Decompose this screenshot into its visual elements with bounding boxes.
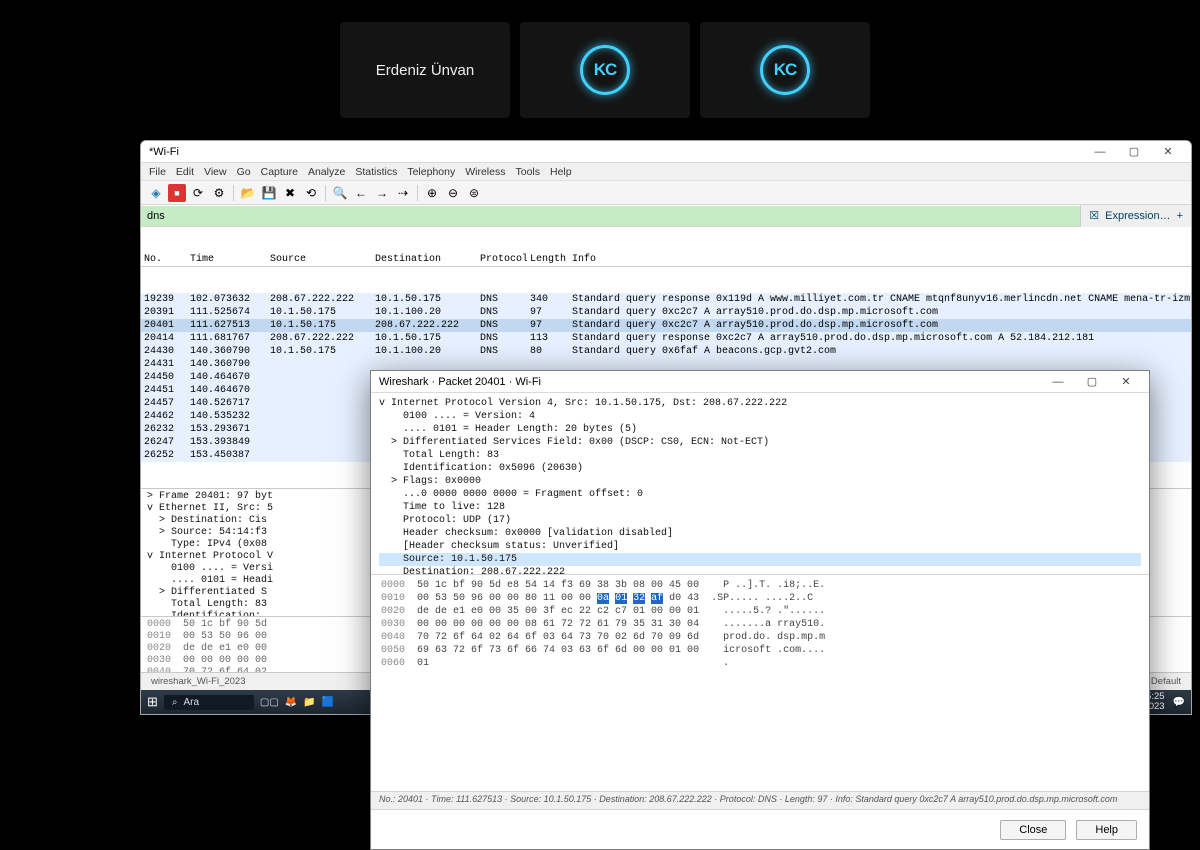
search-icon: ⌕: [172, 697, 178, 708]
restart-capture-icon[interactable]: ⟳: [189, 184, 207, 202]
save-icon[interactable]: 💾: [260, 184, 278, 202]
pinned-app-icon[interactable]: 🟦: [322, 697, 334, 708]
column-header[interactable]: Length: [527, 253, 569, 266]
packet-detail-window: Wireshark · Packet 20401 · Wi-Fi — ▢ ✕ v…: [370, 370, 1150, 850]
toolbar: ◈ ■ ⟳ ⚙ 📂 💾 ✖ ⟲ 🔍 ← → ⇢ ⊕ ⊖ ⊜: [141, 181, 1191, 205]
menu-item[interactable]: Tools: [515, 166, 540, 178]
display-filter-input[interactable]: [141, 206, 1080, 226]
pinned-app-icon[interactable]: 📁: [303, 697, 315, 708]
stop-capture-icon[interactable]: ■: [168, 184, 186, 202]
column-header[interactable]: Info: [569, 253, 1191, 266]
taskbar-search[interactable]: ⌕ Ara: [164, 695, 254, 710]
menu-item[interactable]: Analyze: [308, 166, 345, 178]
maximize-icon[interactable]: ▢: [1117, 142, 1151, 162]
column-header[interactable]: Time: [187, 253, 267, 266]
window-title: Wireshark · Packet 20401 · Wi-Fi: [379, 376, 541, 388]
titlebar[interactable]: *Wi-Fi — ▢ ✕: [141, 141, 1191, 163]
search-placeholder: Ara: [184, 697, 200, 708]
menu-item[interactable]: Edit: [176, 166, 194, 178]
status-file: wireshark_Wi-Fi_2023: [151, 676, 246, 687]
next-icon[interactable]: →: [373, 184, 391, 202]
packet-row[interactable]: 24430140.360790 10.1.50.17510.1.100.20 D…: [141, 345, 1191, 358]
close-file-icon[interactable]: ✖: [281, 184, 299, 202]
packet-status: No.: 20401 · Time: 111.627513 · Source: …: [371, 791, 1149, 809]
titlebar[interactable]: Wireshark · Packet 20401 · Wi-Fi — ▢ ✕: [371, 371, 1149, 393]
minimize-icon[interactable]: —: [1083, 142, 1117, 162]
start-capture-icon[interactable]: ◈: [147, 184, 165, 202]
prev-icon[interactable]: ←: [352, 184, 370, 202]
video-tiles: Erdeniz Ünvan KC KC: [340, 22, 870, 118]
reload-icon[interactable]: ⟲: [302, 184, 320, 202]
add-filter-icon[interactable]: +: [1177, 210, 1183, 222]
goto-icon[interactable]: ⇢: [394, 184, 412, 202]
column-header[interactable]: Source: [267, 253, 372, 266]
pinned-app-icon[interactable]: 🦊: [285, 697, 297, 708]
menu-item[interactable]: Help: [550, 166, 572, 178]
close-button[interactable]: Close: [1000, 820, 1066, 840]
help-button[interactable]: Help: [1076, 820, 1137, 840]
zoom-out-icon[interactable]: ⊖: [444, 184, 462, 202]
packet-row[interactable]: 19239102.073632 208.67.222.22210.1.50.17…: [141, 293, 1191, 306]
menu-item[interactable]: Statistics: [355, 166, 397, 178]
expression-button[interactable]: Expression…: [1105, 210, 1170, 222]
packet-bytes-pane[interactable]: 0000 50 1c bf 90 5d e8 54 14 f3 69 38 3b…: [371, 575, 1149, 791]
packet-row[interactable]: 20414111.681767 208.67.222.22210.1.50.17…: [141, 332, 1191, 345]
zoom-in-icon[interactable]: ⊕: [423, 184, 441, 202]
open-icon[interactable]: 📂: [239, 184, 257, 202]
close-icon[interactable]: ✕: [1151, 142, 1185, 162]
task-view-icon[interactable]: ▢▢: [260, 697, 279, 708]
column-header[interactable]: Protocol: [477, 253, 527, 266]
menu-item[interactable]: Wireless: [465, 166, 505, 178]
participant-tile[interactable]: Erdeniz Ünvan: [340, 22, 510, 118]
clear-filter-icon[interactable]: ☒: [1089, 209, 1099, 222]
menu-item[interactable]: View: [204, 166, 227, 178]
menu-item[interactable]: Go: [237, 166, 251, 178]
filter-bar: ☒ Expression… +: [141, 205, 1191, 227]
window-title: *Wi-Fi: [149, 146, 179, 158]
participant-name: Erdeniz Ünvan: [376, 62, 474, 79]
packet-details-pane[interactable]: v Internet Protocol Version 4, Src: 10.1…: [371, 393, 1149, 575]
logo-icon: KC: [580, 45, 630, 95]
options-icon[interactable]: ⚙: [210, 184, 228, 202]
zoom-reset-icon[interactable]: ⊜: [465, 184, 483, 202]
close-icon[interactable]: ✕: [1109, 372, 1143, 392]
packet-row[interactable]: 20401111.627513 10.1.50.175208.67.222.22…: [141, 319, 1191, 332]
notifications-icon[interactable]: 💬: [1173, 697, 1185, 708]
participant-tile[interactable]: KC: [700, 22, 870, 118]
maximize-icon[interactable]: ▢: [1075, 372, 1109, 392]
participant-tile[interactable]: KC: [520, 22, 690, 118]
column-header[interactable]: No.: [141, 253, 187, 266]
start-button-icon[interactable]: ⊞: [147, 694, 158, 710]
menu-item[interactable]: Capture: [261, 166, 298, 178]
dialog-buttons: Close Help: [371, 809, 1149, 849]
logo-icon: KC: [760, 45, 810, 95]
packet-list-header[interactable]: No.TimeSourceDestinationProtocolLengthIn…: [141, 253, 1191, 267]
menu-item[interactable]: Telephony: [407, 166, 455, 178]
minimize-icon[interactable]: —: [1041, 372, 1075, 392]
column-header[interactable]: Destination: [372, 253, 477, 266]
find-icon[interactable]: 🔍: [331, 184, 349, 202]
menu-bar: File Edit View Go Capture Analyze Statistics Te…: [141, 163, 1191, 181]
menu-item[interactable]: File: [149, 166, 166, 178]
packet-row[interactable]: 20391111.525674 10.1.50.17510.1.100.20 D…: [141, 306, 1191, 319]
